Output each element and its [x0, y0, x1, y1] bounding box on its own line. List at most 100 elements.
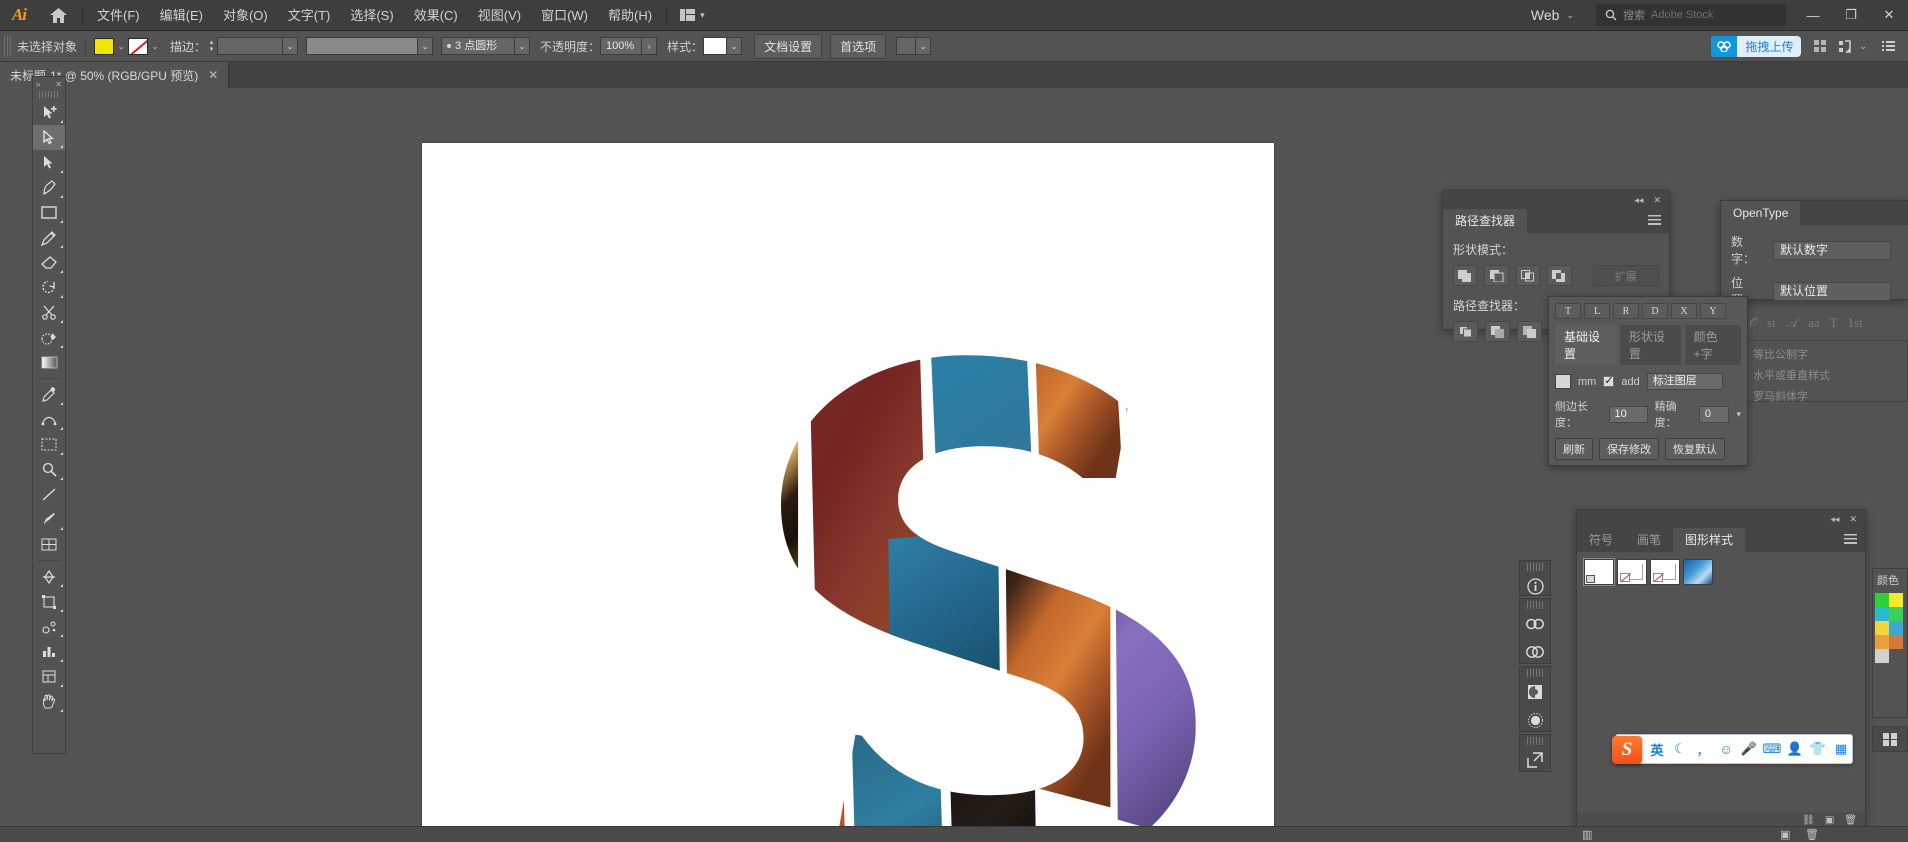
- sogou-logo-icon[interactable]: S: [1612, 736, 1642, 764]
- swatch-grey[interactable]: [1875, 649, 1889, 663]
- layer-name-input[interactable]: 标注图层: [1647, 373, 1723, 390]
- align-icon[interactable]: [1836, 36, 1856, 56]
- tool-rotate[interactable]: [33, 275, 65, 300]
- tool-hand[interactable]: [33, 689, 65, 714]
- collapse-icon[interactable]: »: [36, 80, 40, 89]
- restore-defaults-button[interactable]: 恢复默认: [1665, 438, 1725, 460]
- menu-view[interactable]: 视图(V): [468, 0, 531, 31]
- style-blue-swirl[interactable]: [1683, 559, 1713, 585]
- opacity-group[interactable]: 100% ›: [600, 37, 657, 55]
- sogou-ime-bar[interactable]: S 英 ☾ ， ☺ 🎤 ⌨ 👤 👕 ▦: [1615, 734, 1853, 764]
- ime-punctuation-icon[interactable]: ，: [1692, 737, 1714, 761]
- glyph-contextual-button[interactable]: 𝒪: [1749, 315, 1757, 331]
- ime-toolbox-icon[interactable]: ▦: [1830, 737, 1852, 761]
- workspace-switcher[interactable]: Web ⌄: [1517, 7, 1588, 23]
- status-trash-icon[interactable]: 🗑: [1805, 828, 1819, 841]
- tool-artboard[interactable]: [33, 432, 65, 457]
- collapse-icon[interactable]: ◂◂: [1634, 195, 1643, 206]
- brush-definition-group[interactable]: 3 点圆形 ⌄: [441, 37, 530, 55]
- tool-pencil[interactable]: [33, 225, 65, 250]
- dimension-panel[interactable]: T L R D X Y 基础设置 形状设置 颜色+字 mm add 标注图层 侧…: [1548, 296, 1748, 466]
- pf-merge[interactable]: [1517, 321, 1542, 342]
- delete-style-icon[interactable]: 🗑: [1844, 815, 1857, 826]
- graphic-styles-panel[interactable]: ◂◂ ✕ 符号 画笔 图形样式 ⛓: [1576, 509, 1866, 829]
- pf-intersect[interactable]: [1516, 265, 1540, 286]
- tool-eyedropper[interactable]: [33, 382, 65, 407]
- rail-grip[interactable]: [1527, 563, 1543, 571]
- tool-pen[interactable]: [33, 175, 65, 200]
- tab-graphic-styles[interactable]: 图形样式: [1673, 528, 1745, 552]
- dim-btn-t[interactable]: T: [1555, 303, 1581, 319]
- style-swatch[interactable]: [703, 37, 727, 55]
- swatch-gold[interactable]: [1875, 621, 1889, 635]
- ime-emoji-icon[interactable]: ☺: [1715, 737, 1737, 761]
- close-button[interactable]: ✕: [1870, 0, 1908, 31]
- arrange-documents-icon[interactable]: ▾: [671, 0, 714, 31]
- tool-magic-wand[interactable]: [33, 150, 65, 175]
- refresh-button[interactable]: 刷新: [1555, 438, 1593, 460]
- status-new-icon[interactable]: ▣: [1780, 828, 1790, 841]
- pf-trim[interactable]: [1485, 321, 1510, 342]
- upload-button[interactable]: 拖拽上传: [1711, 36, 1801, 57]
- style-default[interactable]: [1584, 559, 1614, 585]
- list-icon[interactable]: [1878, 36, 1898, 56]
- stroke-profile-group[interactable]: ⌄: [306, 37, 433, 55]
- rail-info[interactable]: [1520, 572, 1550, 600]
- dim-btn-y[interactable]: Y: [1700, 303, 1726, 319]
- tool-zoom[interactable]: [33, 457, 65, 482]
- close-icon[interactable]: ✕: [55, 80, 62, 89]
- rail-grip[interactable]: [1527, 737, 1543, 745]
- menu-help[interactable]: 帮助(H): [598, 0, 662, 31]
- tool-eraser[interactable]: [33, 250, 65, 275]
- swatch-amber[interactable]: [1889, 635, 1903, 649]
- rail-transparency[interactable]: [1520, 678, 1550, 706]
- grid-icon[interactable]: [1810, 36, 1830, 56]
- home-icon[interactable]: [38, 0, 78, 31]
- menu-select[interactable]: 选择(S): [340, 0, 403, 31]
- style-none-2[interactable]: [1650, 559, 1680, 585]
- units-input[interactable]: [896, 37, 916, 55]
- tool-rectangle[interactable]: [33, 200, 65, 225]
- menu-effect[interactable]: 效果(C): [404, 0, 468, 31]
- swatch-green-2[interactable]: [1889, 607, 1903, 621]
- stroke-dropdown-icon[interactable]: ⌄: [148, 38, 162, 55]
- search-input[interactable]: 搜索 Adobe Stock: [1596, 4, 1786, 26]
- glyph-titling-button[interactable]: T: [1830, 315, 1838, 331]
- rail-transform[interactable]: [1520, 706, 1550, 734]
- break-link-icon[interactable]: ⛓: [1802, 815, 1815, 826]
- tools-panel-grip[interactable]: [39, 91, 59, 98]
- chevron-down-icon[interactable]: ⌄: [916, 37, 931, 55]
- chevron-down-icon[interactable]: ⌄: [515, 37, 530, 55]
- ime-voice-icon[interactable]: 🎤: [1738, 737, 1760, 761]
- artwork-letter-s[interactable]: [422, 143, 1274, 842]
- minimize-button[interactable]: —: [1794, 0, 1832, 31]
- chevron-down-icon[interactable]: ⌄: [418, 37, 433, 55]
- style-group[interactable]: ⌄: [703, 37, 742, 55]
- swatch-blue[interactable]: [1889, 621, 1903, 635]
- fill-color-swatch[interactable]: [94, 38, 114, 55]
- check-proportional-metrics[interactable]: 等比公制字: [1736, 346, 1899, 362]
- ime-mode-toggle[interactable]: 英: [1646, 737, 1668, 761]
- swatch-orange[interactable]: [1875, 635, 1889, 649]
- menu-type[interactable]: 文字(T): [278, 0, 341, 31]
- stroke-profile-input[interactable]: [306, 37, 418, 55]
- ime-moon-icon[interactable]: ☾: [1669, 737, 1691, 761]
- tool-blend[interactable]: [33, 407, 65, 432]
- opacity-expand-icon[interactable]: ›: [642, 37, 657, 55]
- tool-shape-builder[interactable]: [33, 325, 65, 350]
- figure-select[interactable]: 默认数字: [1773, 241, 1891, 260]
- fill-dropdown-icon[interactable]: ⌄: [114, 38, 128, 55]
- ime-skin-icon[interactable]: 👕: [1807, 737, 1829, 761]
- control-bar-grip[interactable]: [4, 35, 11, 57]
- precision-select[interactable]: 0: [1699, 406, 1730, 423]
- close-icon[interactable]: ✕: [208, 68, 218, 82]
- artboard[interactable]: [422, 143, 1274, 842]
- glyph-discretionary-button[interactable]: st: [1767, 315, 1776, 331]
- stroke-weight-field-group[interactable]: ⌄: [217, 37, 298, 55]
- style-none-1[interactable]: [1617, 559, 1647, 585]
- tab-basic-settings[interactable]: 基础设置: [1555, 325, 1616, 365]
- units-group[interactable]: ⌄: [896, 37, 931, 55]
- color-guide-button[interactable]: [1872, 726, 1908, 752]
- tab-shape-settings[interactable]: 形状设置: [1620, 325, 1681, 365]
- rail-links[interactable]: [1520, 610, 1550, 638]
